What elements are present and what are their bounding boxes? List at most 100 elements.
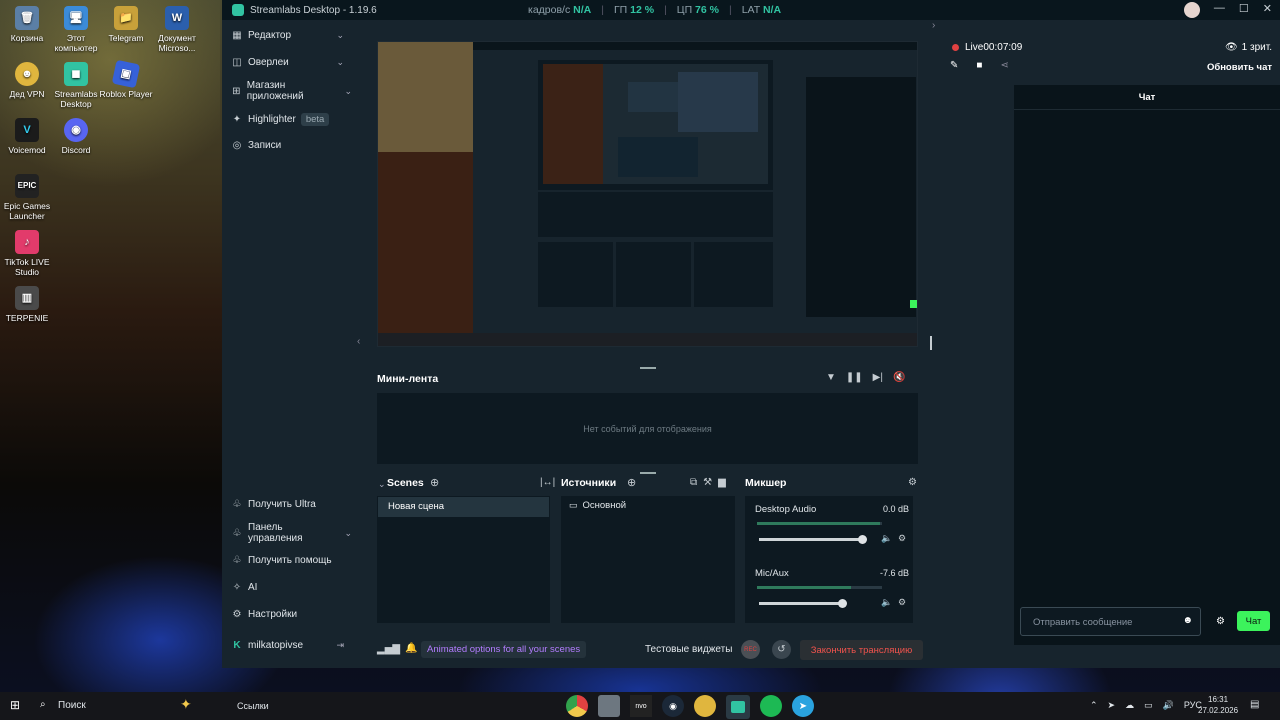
resize-handle[interactable] <box>640 472 656 474</box>
volume-slider-handle[interactable] <box>838 599 847 608</box>
stream-preview[interactable] <box>377 41 918 347</box>
nav-item-editor[interactable]: ▦ Редактор ⌄ <box>232 30 348 41</box>
desktop-icon-tiktok-live[interactable]: ♪ TikTok LIVE Studio <box>0 230 54 277</box>
maximize-icon[interactable]: ☐ <box>1239 2 1249 18</box>
desktop-icon-label: Дед VPN <box>9 89 45 99</box>
desktop-icon-telegram[interactable]: 📁 Telegram <box>99 6 153 43</box>
screen: 🗑 Корзина 🖥 Этот компьютер 📁 Telegram W … <box>0 0 1280 720</box>
nav-item-dashboard[interactable]: ♧ Панель управления ⌄ <box>232 522 352 544</box>
end-stream-button[interactable]: Закончить трансляцию <box>800 640 923 660</box>
user-account[interactable]: K milkatopivse ⇥ <box>232 640 348 651</box>
telegram-icon[interactable]: ➤ <box>792 695 814 717</box>
skip-icon[interactable]: ▶| <box>873 372 883 383</box>
chat-input[interactable]: Отправить сообщение ☻ <box>1020 607 1201 636</box>
nav-item-ai[interactable]: ✧ AI <box>232 582 348 593</box>
filter-icon[interactable]: ▼ <box>826 372 836 383</box>
voicemod-icon: V <box>15 118 39 142</box>
scene-item[interactable]: Новая сцена <box>378 497 549 517</box>
refresh-chat-button[interactable]: Обновить чат <box>1207 62 1272 73</box>
emoji-icon[interactable]: ☻ <box>1182 615 1193 626</box>
nav-item-settings[interactable]: ⚙ Настройки <box>232 609 348 620</box>
dock-resize-handle[interactable] <box>930 336 932 350</box>
add-scene-icon[interactable]: ⊕ <box>430 476 439 489</box>
vpn-icon[interactable] <box>694 695 716 717</box>
close-icon[interactable]: ✕ <box>1263 2 1272 18</box>
desktop-icon-this-pc[interactable]: 🖥 Этот компьютер <box>49 6 103 53</box>
steam-icon[interactable]: ◉ <box>662 695 684 717</box>
explorer-icon[interactable] <box>598 695 620 717</box>
desktop-icon-voicemod[interactable]: V Voicemod <box>0 118 54 155</box>
gear-icon[interactable]: ⚙ <box>898 597 906 608</box>
nvidia-icon[interactable]: nvo <box>630 695 652 717</box>
replay-buffer-icon[interactable]: ↺ <box>772 640 791 659</box>
edit-icon[interactable]: ✎ <box>950 60 958 71</box>
chrome-icon[interactable] <box>566 695 588 717</box>
windows-start-icon[interactable]: ⊞ <box>10 698 20 712</box>
desktop-icon-document[interactable]: W Документ Microso... <box>150 6 204 53</box>
nav-item-highlighter[interactable]: ✦ Highlighter beta <box>232 113 348 126</box>
collapse-right-icon[interactable]: › <box>932 20 935 31</box>
mixer-channel-name: Desktop Audio <box>755 504 817 515</box>
network-icon[interactable]: ▭ <box>1144 700 1153 711</box>
gear-icon[interactable]: ⚙ <box>1216 616 1225 627</box>
notifications-icon[interactable]: ▤ <box>1250 699 1259 710</box>
clock[interactable]: 16:31 27.02.2026 <box>1198 694 1238 716</box>
chevron-up-icon[interactable]: ⌃ <box>1090 700 1098 711</box>
add-source-icon[interactable]: ⊕ <box>627 476 636 489</box>
collapse-left-icon[interactable]: ‹ <box>357 336 360 347</box>
minifeed-controls: ▼ ❚❚ ▶| 🔇 <box>826 372 905 383</box>
desktop-icon-terpenie[interactable]: ▥ TERPENIE <box>0 286 54 323</box>
streamlabs-icon[interactable] <box>726 695 750 719</box>
gear-icon[interactable]: ⚙ <box>898 533 906 544</box>
record-button[interactable]: REC <box>741 640 760 659</box>
taskbar-search[interactable]: Поиск <box>58 700 86 711</box>
resize-handle[interactable] <box>640 367 656 369</box>
copy-icon[interactable]: ⧉ <box>690 477 697 488</box>
word-doc-icon: W <box>165 6 189 30</box>
spotify-icon[interactable] <box>760 695 782 717</box>
sources-title: Источники <box>561 477 617 489</box>
nav-item-recordings[interactable]: ◎ Записи <box>232 140 348 151</box>
desktop-icon-roblox[interactable]: ▣ Roblox Player <box>99 59 153 99</box>
search-icon[interactable]: ⌕ <box>40 699 46 710</box>
chevron-down-icon: ⌄ <box>336 57 344 67</box>
nav-item-help[interactable]: ♧ Получить помощь <box>232 555 348 566</box>
send-chat-button[interactable]: Чат <box>1237 611 1270 631</box>
pause-icon[interactable]: ❚❚ <box>846 372 863 383</box>
mixer-title: Микшер <box>745 477 787 489</box>
test-widgets-label[interactable]: Тестовые виджеты <box>645 644 732 655</box>
scene-transitions-icon[interactable]: |↔| <box>540 477 555 488</box>
desktop-icon-streamlabs[interactable]: ◼ Streamlabs Desktop <box>49 62 103 109</box>
nav-item-app-store[interactable]: ⊞ Магазин приложений ⌄ <box>232 80 352 102</box>
desktop-icon-discord[interactable]: ◉ Discord <box>49 118 103 155</box>
speaker-icon[interactable]: 🔈 <box>881 533 892 544</box>
desktop-icon-epic-games[interactable]: EPIC Epic Games Launcher <box>0 174 54 221</box>
minimize-icon[interactable]: — <box>1214 2 1225 18</box>
promo-banner[interactable]: Animated options for all your scenes <box>421 641 587 658</box>
source-item[interactable]: ▭ Основной <box>561 496 735 515</box>
nav-item-overlays[interactable]: ◫ Оверлеи ⌄ <box>232 57 348 68</box>
volume-slider-handle[interactable] <box>858 535 867 544</box>
stats-icon[interactable]: ▂▅▇ <box>377 644 400 655</box>
taskbar-links[interactable]: Ссылки <box>237 701 269 711</box>
folder-icon[interactable]: ▆ <box>718 477 726 488</box>
gear-icon[interactable]: ⚙ <box>908 477 917 488</box>
volume-slider[interactable] <box>759 599 847 608</box>
volume-icon[interactable]: 🔊 <box>1163 700 1174 711</box>
volume-slider[interactable] <box>759 535 867 544</box>
onedrive-icon[interactable]: ☁ <box>1125 700 1134 711</box>
share-icon[interactable]: ⋖ <box>1000 60 1008 71</box>
nav-item-get-ultra[interactable]: ♧ Получить Ultra <box>232 499 348 510</box>
desktop-icon-ded-vpn[interactable]: ☻ Дед VPN <box>0 62 54 99</box>
mute-icon[interactable]: 🔇 <box>893 372 905 383</box>
camera-icon[interactable]: ■ <box>976 60 982 71</box>
telegram-tray-icon[interactable]: ➤ <box>1108 700 1116 711</box>
chevron-down-icon[interactable]: ⌄ <box>378 479 386 490</box>
speaker-icon[interactable]: 🔈 <box>881 597 892 608</box>
sparkle-icon[interactable]: ✦ <box>180 696 192 713</box>
logout-icon[interactable]: ⇥ <box>336 640 344 651</box>
avatar[interactable] <box>1183 2 1200 18</box>
desktop-icon-recycle-bin[interactable]: 🗑 Корзина <box>0 6 54 43</box>
lat-label: LAT <box>741 4 761 16</box>
group-icon[interactable]: ⚒ <box>703 477 712 488</box>
